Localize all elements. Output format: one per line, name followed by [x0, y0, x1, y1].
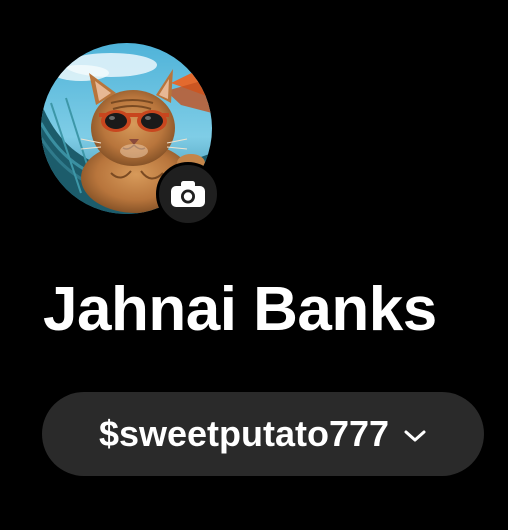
chevron-down-icon	[403, 429, 427, 443]
handle-label: $sweetputato777	[98, 413, 390, 454]
handle-selector-button[interactable]: $sweetputato777	[42, 392, 484, 476]
camera-icon	[171, 181, 205, 207]
profile-avatar-container	[41, 43, 220, 226]
display-name: Jahnai Banks	[43, 275, 437, 344]
change-photo-button[interactable]	[156, 162, 220, 226]
